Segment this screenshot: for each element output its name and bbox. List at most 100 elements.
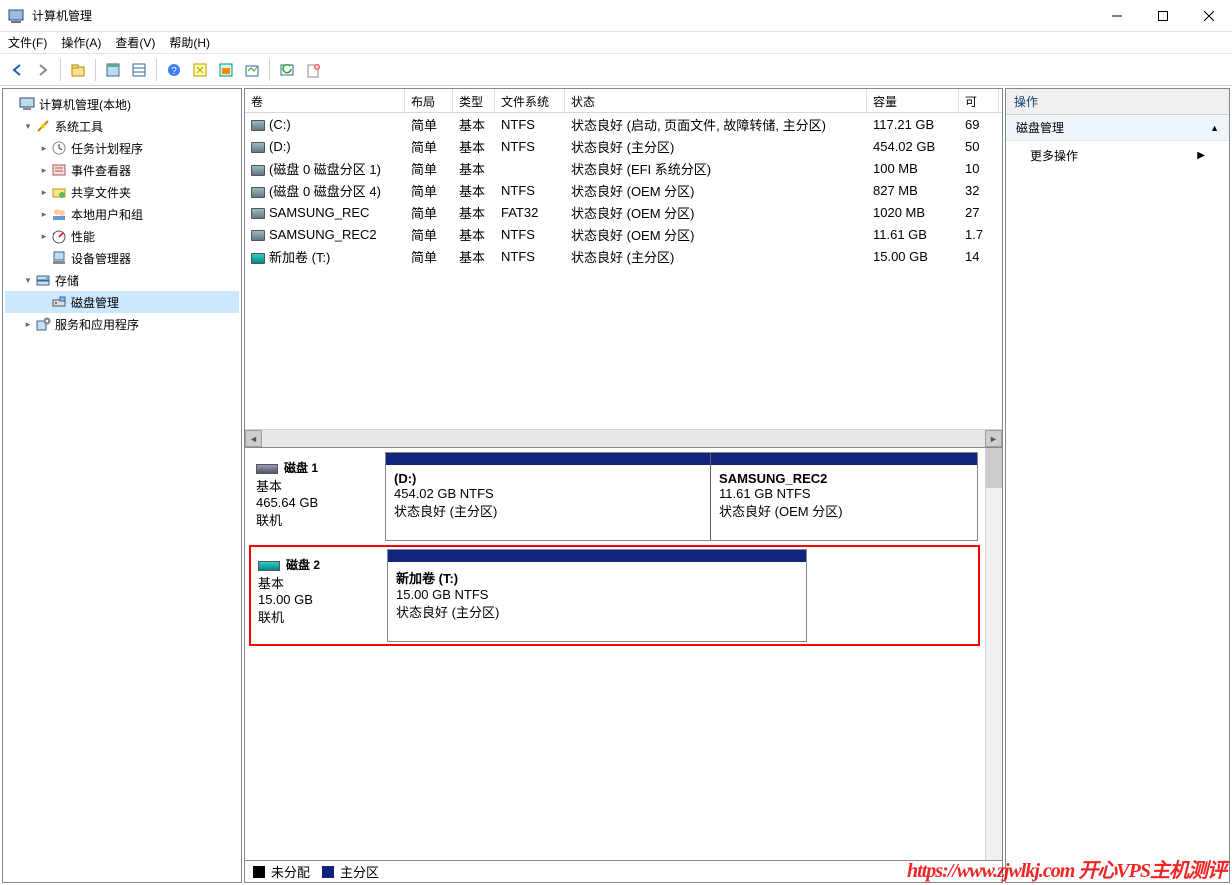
minimize-button[interactable] [1094, 0, 1140, 32]
partition-header-bar [388, 550, 806, 562]
disk-type: 基本 [256, 476, 372, 495]
col-filesystem[interactable]: 文件系统 [495, 89, 565, 112]
col-layout[interactable]: 布局 [405, 89, 453, 112]
tree-root[interactable]: ▶ 计算机管理(本地) [5, 93, 239, 115]
expand-icon[interactable]: ▸ [37, 187, 51, 198]
volume-row[interactable]: (D:)简单基本NTFS状态良好 (主分区)454.02 GB50 [245, 135, 1002, 157]
partition-status: 状态良好 (OEM 分区) [719, 501, 969, 520]
maximize-button[interactable] [1140, 0, 1186, 32]
volume-row[interactable]: (C:)简单基本NTFS状态良好 (启动, 页面文件, 故障转储, 主分区)11… [245, 113, 1002, 135]
volume-list-body: (C:)简单基本NTFS状态良好 (启动, 页面文件, 故障转储, 主分区)11… [245, 113, 1002, 429]
menu-action[interactable]: 操作(A) [61, 34, 101, 51]
expand-icon[interactable]: ▸ [21, 319, 35, 330]
properties-button[interactable] [302, 59, 324, 81]
partition-detail: 454.02 GB NTFS [394, 486, 702, 501]
actions-header: 操作 [1006, 89, 1229, 115]
disk-name: 磁盘 1 [284, 461, 318, 475]
partition-header-bar [711, 453, 977, 465]
disk-partitions: (D:) 454.02 GB NTFS 状态良好 (主分区) SAMSUNG_R… [385, 452, 978, 541]
tree-system-tools[interactable]: ▾ 系统工具 [5, 115, 239, 137]
tree-services-apps[interactable]: ▸ 服务和应用程序 [5, 313, 239, 335]
tree-local-users[interactable]: ▸ 本地用户和组 [5, 203, 239, 225]
tree-disk-management[interactable]: ▸ 磁盘管理 [5, 291, 239, 313]
toolbar-btn-a[interactable] [102, 59, 124, 81]
disk-info[interactable]: 磁盘 1 基本 465.64 GB 联机 [251, 452, 377, 541]
window-title: 计算机管理 [32, 7, 1094, 24]
expand-icon[interactable]: ▸ [37, 209, 51, 220]
tree-task-scheduler[interactable]: ▸ 任务计划程序 [5, 137, 239, 159]
tree-label: 任务计划程序 [71, 140, 143, 157]
expand-icon[interactable]: ▸ [37, 143, 51, 154]
toolbar-btn-e[interactable] [241, 59, 263, 81]
collapse-icon[interactable]: ▾ [21, 121, 35, 132]
vertical-scrollbar[interactable] [985, 448, 1002, 860]
partition-block[interactable]: (D:) 454.02 GB NTFS 状态良好 (主分区) [386, 453, 711, 540]
menu-help[interactable]: 帮助(H) [169, 34, 210, 51]
volume-row[interactable]: 新加卷 (T:)简单基本NTFS状态良好 (主分区)15.00 GB14 [245, 245, 1002, 267]
storage-icon [35, 272, 51, 288]
back-button[interactable] [6, 59, 28, 81]
tools-icon [35, 118, 51, 134]
volume-row[interactable]: (磁盘 0 磁盘分区 4)简单基本NTFS状态良好 (OEM 分区)827 MB… [245, 179, 1002, 201]
collapse-icon: ▲ [1210, 123, 1219, 133]
disk-graphical-pane: 磁盘 1 基本 465.64 GB 联机 (D:) 454.02 GB NTFS… [245, 447, 1002, 860]
partition-name: (D:) [394, 471, 702, 486]
tree-label: 系统工具 [55, 118, 103, 135]
event-icon [51, 162, 67, 178]
actions-more[interactable]: 更多操作 ▶ [1006, 141, 1229, 170]
expand-icon[interactable]: ▸ [37, 165, 51, 176]
scroll-thumb[interactable] [986, 448, 1002, 488]
tree-performance[interactable]: ▸ 性能 [5, 225, 239, 247]
toolbar-btn-b[interactable] [128, 59, 150, 81]
legend-swatch-unallocated [253, 866, 265, 878]
tree-shared-folders[interactable]: ▸ 共享文件夹 [5, 181, 239, 203]
forward-button[interactable] [32, 59, 54, 81]
tree-label: 设备管理器 [71, 250, 131, 267]
col-free[interactable]: 可 [959, 89, 999, 112]
col-capacity[interactable]: 容量 [867, 89, 959, 112]
toolbar-btn-d[interactable] [215, 59, 237, 81]
col-volume[interactable]: 卷 [245, 89, 405, 112]
disk-row-highlighted: 磁盘 2 基本 15.00 GB 联机 新加卷 (T:) 15.00 GB NT… [249, 545, 980, 646]
actions-section-diskmgmt[interactable]: 磁盘管理 ▲ [1006, 115, 1229, 141]
up-level-button[interactable] [67, 59, 89, 81]
scroll-track[interactable] [262, 430, 985, 447]
volume-row[interactable]: (磁盘 0 磁盘分区 1)简单基本状态良好 (EFI 系统分区)100 MB10 [245, 157, 1002, 179]
expand-icon[interactable]: ▸ [37, 231, 51, 242]
volume-row[interactable]: SAMSUNG_REC2简单基本NTFS状态良好 (OEM 分区)11.61 G… [245, 223, 1002, 245]
horizontal-scrollbar[interactable]: ◄ ► [245, 429, 1002, 447]
toolbar-separator [95, 59, 96, 81]
partition-block[interactable]: 新加卷 (T:) 15.00 GB NTFS 状态良好 (主分区) [388, 550, 806, 641]
partition-block[interactable]: SAMSUNG_REC2 11.61 GB NTFS 状态良好 (OEM 分区) [711, 453, 977, 540]
close-button[interactable] [1186, 0, 1232, 32]
help-button[interactable]: ? [163, 59, 185, 81]
volume-row[interactable]: SAMSUNG_REC简单基本FAT32状态良好 (OEM 分区)1020 MB… [245, 201, 1002, 223]
users-icon [51, 206, 67, 222]
tree-storage[interactable]: ▾ 存储 [5, 269, 239, 291]
menu-view[interactable]: 查看(V) [115, 34, 155, 51]
disk-row: 磁盘 1 基本 465.64 GB 联机 (D:) 454.02 GB NTFS… [251, 452, 978, 541]
volume-icon [251, 208, 265, 219]
refresh-button[interactable] [276, 59, 298, 81]
tree-label: 共享文件夹 [71, 184, 131, 201]
partition-name: SAMSUNG_REC2 [719, 471, 969, 486]
twist-icon: ▸ [37, 297, 51, 308]
scroll-right-icon[interactable]: ► [985, 430, 1002, 447]
collapse-icon[interactable]: ▾ [21, 275, 35, 286]
center-pane: 卷 布局 类型 文件系统 状态 容量 可 (C:)简单基本NTFS状态良好 (启… [244, 88, 1003, 883]
disk-info[interactable]: 磁盘 2 基本 15.00 GB 联机 [253, 549, 379, 642]
tree-label: 存储 [55, 272, 79, 289]
menu-file[interactable]: 文件(F) [8, 34, 47, 51]
tree-device-manager[interactable]: ▸ 设备管理器 [5, 247, 239, 269]
col-type[interactable]: 类型 [453, 89, 495, 112]
tree-event-viewer[interactable]: ▸ 事件查看器 [5, 159, 239, 181]
disk-icon [256, 464, 278, 474]
disk-icon [258, 561, 280, 571]
toolbar-btn-c[interactable] [189, 59, 211, 81]
partition-name: 新加卷 (T:) [396, 568, 798, 587]
col-status[interactable]: 状态 [565, 89, 867, 112]
scroll-left-icon[interactable]: ◄ [245, 430, 262, 447]
partition-detail: 15.00 GB NTFS [396, 587, 798, 602]
device-icon [51, 250, 67, 266]
disk-type: 基本 [258, 573, 374, 592]
